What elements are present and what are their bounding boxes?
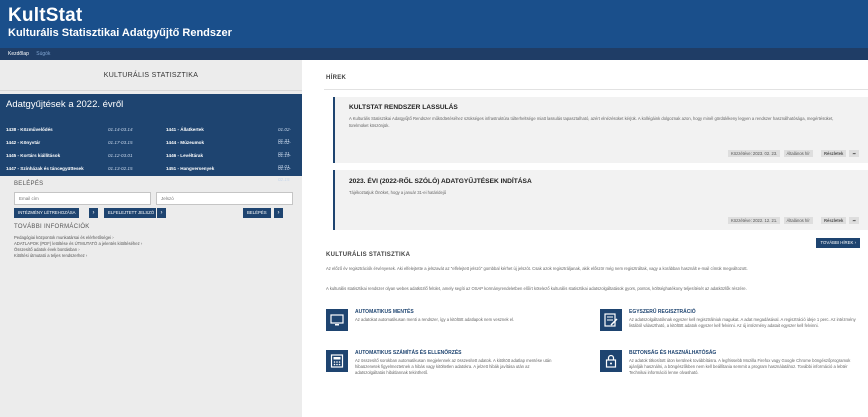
more-news-label: TOVÁBBI HÍREK (820, 240, 854, 245)
collection-link[interactable]: 1451 - Hangversenyek (166, 163, 214, 174)
news-meta: Közzétéve: 2023. 02. 23. Általános hír R… (726, 149, 862, 158)
data-collection-row: 1442 - Könyvtár 01.17-03.15 1444 - Múzeu… (0, 137, 302, 156)
collection-link[interactable]: 1446 - Levéltárak (166, 150, 203, 161)
collection-link[interactable]: 1442 - Könyvtár (6, 137, 40, 148)
news-tag[interactable]: Általános hír (783, 150, 813, 157)
news-tag[interactable]: Általános hír (783, 217, 813, 224)
data-collection-row: 1445 - Kortárs kiállítások 01.12-03.01 1… (0, 150, 302, 169)
news-title[interactable]: KULTSTAT RENDSZER LASSULÁS (349, 104, 458, 111)
share-arrow-icon: ➦ (849, 217, 859, 224)
feature-body: Az adatok titkosított úton kerülnek tová… (629, 358, 851, 375)
news-body: Tájékoztatjuk Önöket, hogy a január 31-e… (349, 190, 447, 195)
news-card: 2023. ÉVI (2022-RŐL SZÓLÓ) ADATGYŰJTÉSEK… (333, 170, 868, 230)
nav-item-help[interactable]: Súgók (36, 51, 50, 57)
forgot-password-button[interactable]: ELFELEJTETT JELSZÓ (104, 208, 159, 218)
news-details-link[interactable]: Részletek ➦ (816, 216, 862, 225)
info-title: TOVÁBBI INFORMÁCIÓK (14, 224, 90, 230)
collection-link[interactable]: 1438 - Közművelődés (6, 124, 53, 135)
feature-body: Az adatokat automatikusan menti a rendsz… (355, 317, 515, 322)
feature-title: AUTOMATIKUS SZÁMÍTÁS ÉS ELLENŐRZÉS (355, 350, 462, 356)
feature-title: BIZTONSÁG ÉS HASZNÁLHATÓSÁG (629, 350, 717, 356)
app-title[interactable]: KultStat (8, 5, 82, 27)
register-institution-label: INTÉZMÉNY LÉTREHOZÁSA (18, 210, 76, 215)
email-field[interactable] (14, 192, 151, 205)
chevron-right-icon[interactable]: › (156, 208, 166, 218)
news-date: Közzétéve: 2023. 02. 23. (728, 150, 781, 157)
info-link[interactable]: Összesítő adatok évek bontásban › (14, 247, 80, 252)
feature-title: AUTOMATIKUS MENTÉS (355, 309, 414, 315)
news-details-label: Részletek (820, 150, 847, 157)
lock-icon (600, 350, 622, 372)
feature-title: EGYSZERŰ REGISZTRÁCIÓ (629, 309, 696, 315)
ks-section-title: KULTURÁLIS STATISZTIKA (326, 252, 411, 258)
feature-calculation: AUTOMATIKUS SZÁMÍTÁS ÉS ELLENŐRZÉS Az ös… (326, 350, 576, 398)
feature-registration: EGYSZERŰ REGISZTRÁCIÓ Az adatszolgáltató… (600, 309, 860, 349)
data-collection-title: Adatgyűjtések a 2022. évről (6, 99, 124, 110)
feature-security: BIZTONSÁG ÉS HASZNÁLHATÓSÁG Az adatok ti… (600, 350, 860, 398)
news-date: Közzétéve: 2022. 12. 21. (728, 217, 781, 224)
monitor-icon (326, 309, 348, 331)
collection-date: 01.17-03.15 (108, 140, 133, 145)
data-collection-row: 1438 - Közművelődés 01.14-03.14 1441 - Á… (0, 124, 302, 143)
login-button[interactable]: BELÉPÉS (243, 208, 271, 218)
info-link[interactable]: Pedagógiai központok munkatársai és elér… (14, 235, 114, 240)
collection-link[interactable]: 1445 - Kortárs kiállítások (6, 150, 60, 161)
ks-paragraph: Az előző év regisztrációk érvényesek. Ak… (326, 266, 748, 271)
feature-body: Az adatszolgáltatóknak egyszer kell regi… (629, 317, 856, 328)
news-body: A Kulturális Statisztikai Adatgyűjtő Ren… (349, 116, 834, 128)
edit-icon (600, 309, 622, 331)
main-content: HÍREK KULTSTAT RENDSZER LASSULÁS A Kultu… (302, 60, 868, 417)
collection-date: 01.12-03.01 (108, 153, 133, 158)
collection-date: 01.13-02.15 (108, 166, 133, 171)
top-nav: Kezdőlap Súgók (0, 48, 868, 60)
collection-date: 01.14-03.14 (108, 127, 133, 132)
login-title: BELÉPÉS (14, 181, 44, 187)
feature-body: Az összesítő sorokban automatikusan megj… (355, 358, 552, 375)
app-subtitle: Kulturális Statisztikai Adatgyűjtő Rends… (8, 27, 232, 39)
left-section-title: KULTURÁLIS STATISZTIKA (103, 72, 199, 79)
collection-date: 01.10-02.15 (278, 166, 292, 182)
chevron-right-icon[interactable]: › (273, 208, 283, 218)
divider (0, 90, 302, 91)
info-link[interactable]: ADATLAPOK (PDF) letöltése és ÚTMUTATÓ a … (14, 241, 142, 246)
collection-link[interactable]: 1441 - Állatkertek (166, 124, 204, 135)
news-title[interactable]: 2023. ÉVI (2022-RŐL SZÓLÓ) ADATGYŰJTÉSEK… (349, 178, 532, 185)
password-field[interactable] (156, 192, 293, 205)
share-arrow-icon: ➦ (849, 150, 859, 157)
data-collection-row: 1447 - Színházak és táncegyüttesek 01.13… (0, 163, 302, 182)
news-card: KULTSTAT RENDSZER LASSULÁS A Kulturális … (333, 97, 868, 163)
divider (324, 89, 868, 90)
news-meta: Közzétéve: 2022. 12. 21. Általános hír R… (726, 216, 862, 225)
nav-item-home[interactable]: Kezdőlap (8, 51, 29, 57)
news-section-title: HÍREK (326, 75, 347, 81)
news-details-link[interactable]: Részletek ➦ (816, 149, 862, 158)
collection-link[interactable]: 1444 - Múzeumok (166, 137, 204, 148)
ks-paragraph: A kulturális statisztikai rendszer olyan… (326, 286, 747, 291)
forgot-password-label: ELFELEJTETT JELSZÓ (108, 210, 155, 215)
data-collection-box: Adatgyűjtések a 2022. évről 1438 - Közmű… (0, 94, 302, 182)
chevron-right-icon: › (854, 240, 856, 245)
info-link[interactable]: Kitöltési útmutató a teljes rendszerhez … (14, 253, 87, 258)
feature-autosave: AUTOMATIKUS MENTÉS Az adatokat automatik… (326, 309, 576, 345)
chevron-right-icon[interactable]: › (88, 208, 98, 218)
news-details-label: Részletek (820, 217, 847, 224)
more-news-button[interactable]: TOVÁBBI HÍREK › (816, 238, 860, 248)
left-panel: KULTURÁLIS STATISZTIKA Adatgyűjtések a 2… (0, 60, 302, 417)
collection-link[interactable]: 1447 - Színházak és táncegyüttesek (6, 163, 84, 174)
calculator-icon (326, 350, 348, 372)
register-institution-button[interactable]: INTÉZMÉNY LÉTREHOZÁSA (14, 208, 80, 218)
app-header: KultStat Kulturális Statisztikai Adatgyű… (0, 0, 868, 48)
login-label: BELÉPÉS (247, 210, 267, 215)
